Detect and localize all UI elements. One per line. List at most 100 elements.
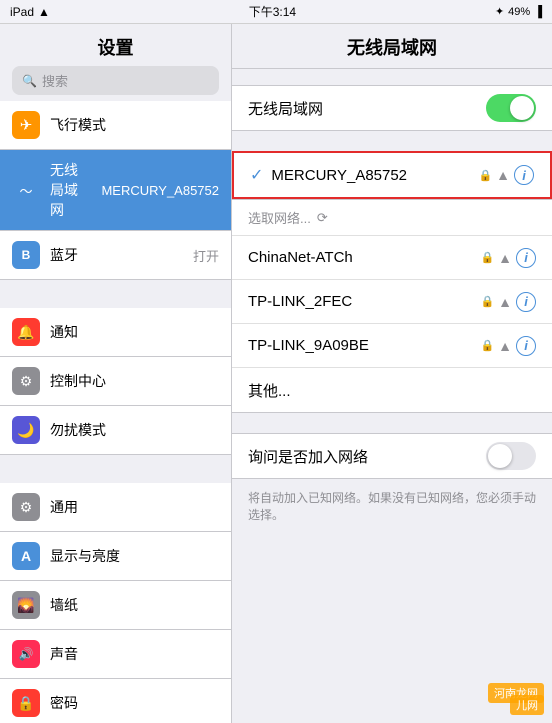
sidebar-item-general[interactable]: ⚙ 通用 (0, 483, 231, 532)
general-icon: ⚙ (12, 493, 40, 521)
sidebar: 设置 🔍 搜索 ✈ 飞行模式 〜 无线局域网 MERCURY_A85752 B … (0, 24, 232, 723)
sidebar-item-label-display: 显示与亮度 (50, 546, 219, 566)
ask-join-row: 询问是否加入网络 (232, 434, 552, 478)
select-network-row: 选取网络... ⟳ (232, 200, 552, 236)
network-name-other: 其他... (248, 380, 536, 401)
search-placeholder: 搜索 (42, 71, 68, 90)
sidebar-title: 设置 (12, 34, 219, 60)
sidebar-item-label-notif: 通知 (50, 322, 219, 342)
wallpaper-icon: 🌄 (12, 591, 40, 619)
wifi-toggle-label: 无线局域网 (248, 98, 476, 119)
divider-1 (0, 280, 231, 308)
sidebar-item-sound[interactable]: 🔊 声音 (0, 630, 231, 679)
network-name-0: ChinaNet-ATCh (248, 249, 472, 266)
info-button-2[interactable]: i (516, 336, 536, 356)
sound-icon: 🔊 (12, 640, 40, 668)
wifi-icon: 〜 (12, 176, 40, 204)
display-icon: A (12, 542, 40, 570)
network-icons-2: 🔒 ▲ i (480, 336, 536, 356)
notification-icon: 🔔 (12, 318, 40, 346)
ask-join-description: 将自动加入已知网络。如果没有已知网络，您必须手动选择。 (232, 485, 552, 535)
sidebar-item-control[interactable]: ⚙ 控制中心 (0, 357, 231, 406)
network-icons-0: 🔒 ▲ i (480, 248, 536, 268)
divider-2 (0, 455, 231, 483)
wifi-toggle-row: 无线局域网 (232, 86, 552, 130)
sidebar-item-label-control: 控制中心 (50, 371, 219, 391)
lock-icon-0: 🔒 (480, 251, 494, 264)
sidebar-item-label-sound: 声音 (50, 644, 219, 664)
sidebar-list: ✈ 飞行模式 〜 无线局域网 MERCURY_A85752 B 蓝牙 打开 🔔 … (0, 101, 231, 723)
lock-icon: 🔒 (478, 169, 492, 182)
info-button[interactable]: i (514, 165, 534, 185)
battery-icon: ▐ (534, 6, 542, 18)
info-button-0[interactable]: i (516, 248, 536, 268)
right-panel: 无线局域网 无线局域网 ✓ MERCURY_A85752 (232, 24, 552, 723)
carrier-label: iPad (10, 5, 34, 19)
panel-header: 无线局域网 (232, 24, 552, 69)
right-panel-wrapper: 无线局域网 无线局域网 ✓ MERCURY_A85752 (232, 24, 552, 723)
wifi-icon-1: ▲ (498, 294, 512, 310)
connected-network-row[interactable]: ✓ MERCURY_A85752 🔒 ▲ i (234, 153, 550, 197)
sidebar-item-donotdisturb[interactable]: 🌙 勿扰模式 (0, 406, 231, 455)
connected-network-name: MERCURY_A85752 (271, 167, 470, 184)
network-row-other[interactable]: 其他... (232, 368, 552, 412)
wifi-icon-0: ▲ (498, 250, 512, 266)
sidebar-item-badge-bt: 打开 (193, 246, 219, 265)
sidebar-item-label-bt: 蓝牙 (50, 245, 183, 265)
battery-label: 49% (508, 6, 530, 18)
sidebar-item-label-dnd: 勿扰模式 (50, 420, 219, 440)
wifi-toggle[interactable] (486, 94, 536, 122)
passcode-icon: 🔒 (12, 689, 40, 717)
network-name-2: TP-LINK_9A09BE (248, 337, 472, 354)
donotdisturb-icon: 🌙 (12, 416, 40, 444)
sidebar-item-display[interactable]: A 显示与亮度 (0, 532, 231, 581)
connected-network-group: ✓ MERCURY_A85752 🔒 ▲ i (232, 151, 552, 199)
info-button-1[interactable]: i (516, 292, 536, 312)
sidebar-item-label-wifi: 无线局域网 (50, 160, 91, 220)
ask-join-toggle-knob (488, 444, 512, 468)
ask-join-label: 询问是否加入网络 (248, 446, 476, 467)
sidebar-item-label-general: 通用 (50, 497, 219, 517)
network-icons-1: 🔒 ▲ i (480, 292, 536, 312)
sidebar-item-airplane[interactable]: ✈ 飞行模式 (0, 101, 231, 150)
search-box[interactable]: 🔍 搜索 (12, 66, 219, 95)
network-name-1: TP-LINK_2FEC (248, 293, 472, 310)
ask-join-toggle[interactable] (486, 442, 536, 470)
status-right: ✦ 49% ▐ (495, 5, 542, 18)
sidebar-item-badge-wifi: MERCURY_A85752 (101, 183, 219, 198)
sidebar-item-label-wallpaper: 墙纸 (50, 595, 219, 615)
sidebar-item-label-passcode: 密码 (50, 693, 219, 713)
ask-join-group: 询问是否加入网络 (232, 433, 552, 479)
network-row-1[interactable]: TP-LINK_2FEC 🔒 ▲ i (232, 280, 552, 324)
wifi-signal-icon: ▲ (496, 167, 510, 183)
sidebar-item-bluetooth[interactable]: B 蓝牙 打开 (0, 231, 231, 280)
panel-title: 无线局域网 (248, 34, 536, 60)
lock-icon-1: 🔒 (480, 295, 494, 308)
sidebar-header: 设置 🔍 搜索 (0, 24, 231, 101)
network-list-group: 选取网络... ⟳ ChinaNet-ATCh 🔒 ▲ i TP-LINK_2F… (232, 199, 552, 413)
sidebar-item-wifi[interactable]: 〜 无线局域网 MERCURY_A85752 (0, 150, 231, 231)
status-bar: iPad ▲ 下午3:14 ✦ 49% ▐ (0, 0, 552, 24)
sidebar-item-wallpaper[interactable]: 🌄 墙纸 (0, 581, 231, 630)
sidebar-item-notification[interactable]: 🔔 通知 (0, 308, 231, 357)
main-layout: 设置 🔍 搜索 ✈ 飞行模式 〜 无线局域网 MERCURY_A85752 B … (0, 24, 552, 723)
airplane-icon: ✈ (12, 111, 40, 139)
bluetooth-icon: ✦ (495, 5, 504, 18)
wifi-status-icon: ▲ (38, 5, 50, 19)
network-row-2[interactable]: TP-LINK_9A09BE 🔒 ▲ i (232, 324, 552, 368)
network-icons: 🔒 ▲ i (478, 165, 534, 185)
bluetooth-sidebar-icon: B (12, 241, 40, 269)
sidebar-item-passcode[interactable]: 🔒 密码 (0, 679, 231, 723)
time-label: 下午3:14 (249, 3, 296, 20)
spinner-icon: ⟳ (317, 210, 328, 226)
panel-content: 无线局域网 ✓ MERCURY_A85752 🔒 ▲ i (232, 69, 552, 723)
search-icon: 🔍 (22, 74, 37, 88)
control-icon: ⚙ (12, 367, 40, 395)
watermark-2: 儿网 (510, 695, 544, 715)
select-network-label: 选取网络... (248, 208, 311, 227)
wifi-icon-2: ▲ (498, 338, 512, 354)
sidebar-item-label: 飞行模式 (50, 115, 209, 135)
wifi-toggle-group: 无线局域网 (232, 85, 552, 131)
status-left: iPad ▲ (10, 5, 50, 19)
network-row-0[interactable]: ChinaNet-ATCh 🔒 ▲ i (232, 236, 552, 280)
